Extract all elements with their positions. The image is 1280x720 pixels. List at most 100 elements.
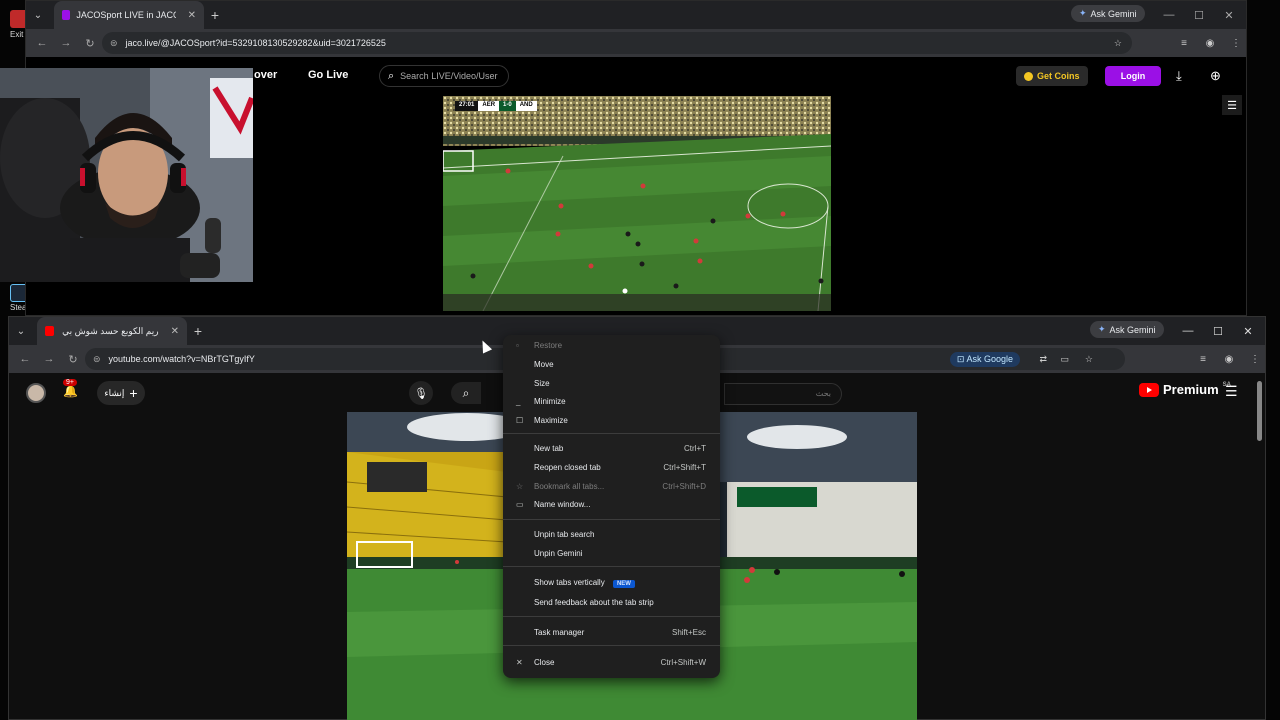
- maximize-icon: ☐: [516, 415, 524, 425]
- menu-kebab-icon[interactable]: ⋮: [1245, 354, 1265, 365]
- menu-item-close[interactable]: ✕ Close Ctrl+Shift+W: [503, 654, 720, 670]
- url-field[interactable]: ⊜ jaco.live/@JACOSport?id=53291081305292…: [102, 32, 1132, 54]
- menu-shortcut: Ctrl+T: [684, 443, 706, 453]
- menu-shortcut: Ctrl+Shift+D: [662, 481, 706, 491]
- menu-label: New tab: [534, 443, 564, 453]
- bookmark-star-icon[interactable]: ☆: [1085, 354, 1093, 365]
- menu-item-move[interactable]: Move: [503, 356, 720, 372]
- ask-gemini-button[interactable]: ✦ Ask Gemini: [1090, 321, 1164, 338]
- desktop-steam-label: Stea: [10, 303, 27, 312]
- menu-label: Close: [534, 657, 555, 667]
- jaco-search-input[interactable]: ⌕ Search LIVE/Video/User: [379, 65, 509, 87]
- notifications-bell-icon[interactable]: 🔔: [63, 384, 78, 398]
- voice-search-button[interactable]: 🎙: [409, 381, 433, 405]
- menu-shortcut: Ctrl+Shift+W: [660, 657, 706, 667]
- maximize-window-icon[interactable]: ☐: [1184, 9, 1214, 22]
- cast-icon[interactable]: ▭: [1060, 354, 1069, 365]
- tab-search-icon[interactable]: ≡: [1174, 38, 1194, 49]
- nav-go-live[interactable]: Go Live: [308, 69, 348, 81]
- tab-search-chevron-icon[interactable]: ⌄: [9, 320, 33, 342]
- hamburger-menu-icon[interactable]: ☰: [1225, 383, 1238, 400]
- youtube-favicon-icon: [45, 326, 54, 336]
- login-button[interactable]: Login: [1105, 66, 1161, 86]
- maximize-window-icon[interactable]: ☐: [1203, 325, 1233, 338]
- tab-close-icon[interactable]: ✕: [188, 10, 196, 21]
- create-label: إنشاء: [104, 387, 125, 398]
- bookmark-star-icon[interactable]: ☆: [1114, 38, 1122, 49]
- close-window-icon[interactable]: ✕: [1233, 325, 1263, 338]
- notification-count-badge: 9+: [63, 379, 77, 386]
- menu-label: Unpin tab search: [534, 529, 595, 539]
- tab-search-chevron-icon[interactable]: ⌄: [26, 4, 50, 26]
- tab-jaco[interactable]: JACOSport LIVE in JACO - JACO ✕: [54, 1, 204, 29]
- jaco-favicon-icon: [62, 10, 71, 20]
- menu-item-name-window[interactable]: ▭ Name window...: [503, 496, 720, 512]
- youtube-search-placeholder: بحث: [815, 389, 831, 398]
- search-submit-button[interactable]: ⌕: [451, 382, 481, 404]
- menu-item-restore[interactable]: ▫ Restore: [503, 337, 720, 353]
- language-globe-icon[interactable]: ⊕: [1210, 68, 1221, 84]
- menu-item-task-manager[interactable]: Task manager Shift+Esc: [503, 624, 720, 640]
- menu-item-bookmark-all-tabs[interactable]: ☆ Bookmark all tabs... Ctrl+Shift+D: [503, 478, 720, 494]
- ask-gemini-button[interactable]: ✦ Ask Gemini: [1071, 5, 1145, 22]
- back-icon[interactable]: ←: [30, 37, 54, 49]
- youtube-play-icon: [1139, 382, 1159, 397]
- match-clock: 27:01: [455, 101, 479, 111]
- menu-item-show-tabs-vertically[interactable]: Show tabs vertically NEW: [503, 575, 720, 591]
- coin-icon: [1024, 71, 1033, 81]
- youtube-premium-logo[interactable]: Premium SA: [1139, 382, 1231, 397]
- back-icon[interactable]: ←: [13, 353, 37, 365]
- football-pitch-image: [443, 96, 831, 311]
- get-coins-button[interactable]: Get Coins: [1016, 66, 1088, 86]
- site-info-icon[interactable]: ⊜: [110, 38, 118, 49]
- menu-separator: [503, 616, 720, 617]
- menu-item-unpin-gemini[interactable]: Unpin Gemini: [503, 545, 720, 561]
- window-context-menu: ▫ Restore Move Size _ Minimize ☐ Maximiz…: [503, 335, 720, 678]
- tab-title: JACOSport LIVE in JACO - JACO: [76, 10, 175, 20]
- youtube-search-input[interactable]: بحث: [724, 383, 842, 405]
- tab-title: ريم الكوبع حسد شوش بي (929) ↔: [60, 325, 159, 336]
- forward-icon[interactable]: →: [37, 353, 61, 365]
- download-icon[interactable]: ⤓: [1176, 68, 1182, 84]
- menu-label: Reopen closed tab: [534, 462, 601, 472]
- restore-icon: ▫: [516, 340, 519, 350]
- search-placeholder: Search LIVE/Video/User: [400, 71, 498, 81]
- live-stream-video[interactable]: 27:01 AER 1-0 AND: [443, 96, 831, 311]
- menu-item-unpin-tab-search[interactable]: Unpin tab search: [503, 526, 720, 542]
- nav-discover[interactable]: over: [254, 69, 277, 81]
- tab-search-icon[interactable]: ≡: [1193, 354, 1213, 365]
- new-tab-button[interactable]: +: [187, 323, 209, 339]
- create-button[interactable]: إنشاء +: [97, 381, 145, 405]
- menu-label: Size: [534, 378, 550, 388]
- sidebar-toggle-icon[interactable]: ☰: [1222, 95, 1242, 115]
- menu-item-minimize[interactable]: _ Minimize: [503, 393, 720, 409]
- profile-avatar-icon[interactable]: ◉: [1200, 38, 1220, 49]
- tab-youtube[interactable]: ريم الكوبع حسد شوش بي (929) ↔ ✕: [37, 317, 187, 345]
- menu-kebab-icon[interactable]: ⋮: [1226, 38, 1246, 49]
- account-avatar[interactable]: [26, 383, 46, 403]
- screen: Exit Stea ⌄ JACOSport LIVE in JACO - JAC…: [0, 0, 1280, 720]
- translate-icon[interactable]: ⇄: [1039, 354, 1047, 365]
- menu-item-new-tab[interactable]: New tab Ctrl+T: [503, 440, 720, 456]
- menu-label: Name window...: [534, 499, 591, 509]
- menu-item-size[interactable]: Size: [503, 375, 720, 391]
- minimize-window-icon[interactable]: —: [1154, 9, 1184, 21]
- reload-icon[interactable]: ↻: [78, 37, 102, 50]
- menu-item-reopen-closed-tab[interactable]: Reopen closed tab Ctrl+Shift+T: [503, 459, 720, 475]
- profile-avatar-icon[interactable]: ◉: [1219, 354, 1239, 365]
- site-info-icon[interactable]: ⊜: [93, 354, 101, 365]
- new-badge: NEW: [612, 580, 635, 588]
- minimize-window-icon[interactable]: —: [1173, 325, 1203, 337]
- menu-item-send-feedback[interactable]: Send feedback about the tab strip: [503, 594, 720, 610]
- new-tab-button[interactable]: +: [204, 7, 226, 23]
- menu-separator: [503, 566, 720, 567]
- forward-icon[interactable]: →: [54, 37, 78, 49]
- reload-icon[interactable]: ↻: [61, 353, 85, 366]
- streamer-webcam-image: [0, 68, 253, 282]
- close-window-icon[interactable]: ✕: [1214, 9, 1244, 22]
- ask-google-button[interactable]: ⊡ Ask Google: [949, 351, 1020, 367]
- tab-close-icon[interactable]: ✕: [171, 326, 179, 337]
- page-scrollbar[interactable]: [1257, 381, 1262, 441]
- menu-item-maximize[interactable]: ☐ Maximize: [503, 412, 720, 428]
- menu-label: Restore: [534, 340, 563, 350]
